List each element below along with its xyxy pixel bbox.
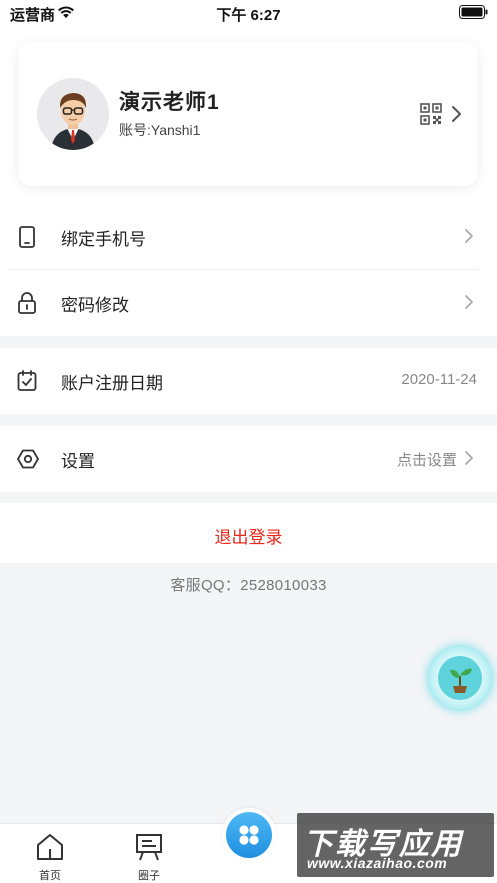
settings-hint: 点击设置 <box>396 452 457 469</box>
clock: 下午 6:27 <box>216 7 281 24</box>
watermark-sub-text: www.xiazaihao.com <box>307 855 448 871</box>
board-icon <box>135 832 163 867</box>
lock-icon <box>17 292 37 319</box>
profile-section: 演示老师1 账号:Yanshi1 <box>0 26 497 204</box>
register-date-value: 2020-11-24 <box>401 371 477 388</box>
chevron-right-icon <box>464 228 474 249</box>
tab-circle-label: 圈子 <box>138 870 160 882</box>
phone-icon <box>17 226 37 253</box>
chevron-right-icon <box>464 294 474 315</box>
bind-phone-label: 绑定手机号 <box>61 230 146 249</box>
settings-icon <box>17 448 39 475</box>
settings-label: 设置 <box>61 452 95 471</box>
tab-home[interactable]: 首页 <box>20 824 80 883</box>
status-bar: 运营商 下午 6:27 <box>0 0 497 26</box>
tab-home-label: 首页 <box>39 870 61 882</box>
chevron-right-icon[interactable] <box>450 105 462 128</box>
customer-service-text: 客服QQ：2528010033 <box>170 577 327 594</box>
qr-code-icon[interactable] <box>420 103 442 130</box>
center-apps-button[interactable] <box>222 808 276 862</box>
register-group: 账户注册日期 2020-11-24 <box>0 348 497 414</box>
logout-label: 退出登录 <box>214 528 283 547</box>
bind-phone-row[interactable]: 绑定手机号 <box>0 204 497 270</box>
floating-plant-button[interactable] <box>427 645 493 711</box>
change-password-row[interactable]: 密码修改 <box>0 270 497 336</box>
logout-button[interactable]: 退出登录 <box>0 503 497 563</box>
change-password-label: 密码修改 <box>61 296 129 315</box>
tab-circle[interactable]: 圈子 <box>119 824 179 883</box>
battery-icon <box>459 5 489 23</box>
settings-group: 设置 点击设置 <box>0 426 497 492</box>
chevron-right-icon <box>464 450 474 471</box>
calendar-icon <box>17 370 37 397</box>
settings-row[interactable]: 设置 点击设置 <box>0 426 497 492</box>
user-name: 演示老师1 <box>119 91 220 114</box>
avatar <box>37 78 109 150</box>
apps-icon <box>226 812 272 858</box>
register-date-label: 账户注册日期 <box>61 374 163 393</box>
watermark-logo: 下载写应用 www.xiazaihao.com <box>297 813 494 877</box>
account-group: 绑定手机号 密码修改 <box>0 204 497 336</box>
plant-icon <box>438 656 482 700</box>
user-account: 账号:Yanshi1 <box>119 122 201 138</box>
profile-card[interactable]: 演示老师1 账号:Yanshi1 <box>18 42 478 186</box>
home-icon <box>36 832 64 867</box>
register-date-row: 账户注册日期 2020-11-24 <box>0 348 497 414</box>
